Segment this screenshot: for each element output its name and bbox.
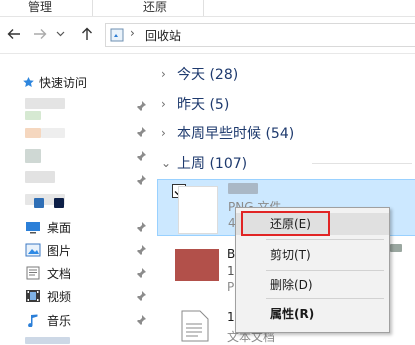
group-header-yesterday[interactable]: › 昨天 (5) (161, 94, 229, 114)
ribbon-tab-restore[interactable]: 还原 (143, 0, 167, 16)
nav-item-label: 视频 (47, 289, 72, 304)
quick-access[interactable]: 快速访问 (22, 74, 87, 90)
blurred-item (25, 111, 41, 120)
forward-arrow-icon (34, 29, 47, 39)
nav-item-label: 桌面 (47, 220, 72, 235)
blurred-item (41, 128, 65, 138)
menu-item-label: 剪切(T) (270, 248, 311, 262)
menu-item-properties[interactable]: 属性(R) (236, 303, 389, 325)
menu-item-label: 属性(R) (270, 307, 315, 321)
pin-icon[interactable] (135, 314, 147, 326)
group-header-today[interactable]: › 今天 (28) (161, 64, 238, 84)
text-document-icon (181, 310, 209, 342)
desktop-icon (26, 222, 40, 234)
blurred-item[interactable] (25, 337, 70, 344)
pin-icon[interactable] (135, 244, 147, 256)
pin-icon[interactable] (135, 100, 147, 112)
blurred-item[interactable] (25, 171, 55, 183)
nav-item-videos[interactable]: 视频 (25, 287, 71, 305)
menu-item-delete[interactable]: 删除(D) (236, 274, 389, 296)
pictures-icon (25, 243, 41, 257)
nav-item-label: 文档 (47, 266, 72, 281)
videos-icon (26, 290, 40, 302)
nav-item-desktop[interactable]: 桌面 (25, 218, 71, 236)
music-icon (28, 314, 38, 327)
blurred-item[interactable] (25, 98, 65, 109)
ribbon-divider (203, 0, 204, 16)
pin-icon[interactable] (135, 221, 147, 233)
file-thumbnail (175, 249, 219, 281)
back-arrow-icon (7, 29, 20, 39)
menu-separator (266, 298, 384, 299)
group-header-earlier-this-week[interactable]: › 本周早些时候 (54) (161, 123, 294, 143)
up-button[interactable] (79, 25, 95, 43)
pin-icon[interactable] (135, 290, 147, 302)
address-input[interactable]: › 回收站 (105, 23, 415, 47)
chevron-right-icon: › (161, 126, 166, 140)
menu-separator (266, 270, 384, 271)
navigation-pane: 快速访问 桌面 图片 文档 视频 音乐 (0, 54, 157, 344)
chevron-down-icon (56, 31, 64, 37)
ribbon-tab-manage[interactable]: 管理 (28, 0, 52, 16)
up-arrow-icon (82, 27, 92, 40)
quick-access-label: 快速访问 (39, 75, 88, 90)
ribbon-divider (92, 0, 93, 16)
nav-item-label: 图片 (47, 243, 72, 258)
group-label: 昨天 (5) (177, 97, 230, 113)
documents-icon (26, 266, 40, 280)
star-icon (23, 76, 34, 87)
nav-item-music[interactable]: 音乐 (25, 311, 71, 329)
group-label: 今天 (28) (177, 67, 239, 83)
pin-icon[interactable] (135, 267, 147, 279)
menu-item-cut[interactable]: 剪切(T) (236, 244, 389, 266)
blurred-filename (228, 183, 258, 194)
ribbon: 管理 还原 (0, 0, 415, 17)
forward-button[interactable] (32, 25, 48, 43)
file-thumbnail (178, 186, 218, 234)
recycle-bin-icon (110, 28, 124, 42)
nav-item-documents[interactable]: 文档 (25, 264, 71, 282)
back-button[interactable] (6, 25, 22, 43)
group-label: 本周早些时候 (54) (177, 126, 295, 142)
menu-item-label: 删除(D) (270, 278, 313, 292)
pin-icon[interactable] (135, 174, 147, 186)
highlight-box (241, 211, 330, 236)
nav-item-label: 音乐 (47, 313, 72, 328)
blurred-item (54, 198, 64, 208)
recent-locations-button[interactable] (54, 25, 66, 43)
blurred-item[interactable] (25, 149, 41, 163)
blurred-item[interactable] (25, 128, 41, 138)
group-header-last-week[interactable]: ⌄ 上周 (107) (161, 153, 247, 173)
group-divider (312, 163, 412, 164)
menu-separator (266, 239, 384, 240)
chevron-down-icon: ⌄ (161, 156, 172, 170)
pin-icon[interactable] (135, 150, 147, 162)
chevron-right-icon: › (161, 67, 166, 81)
pin-icon[interactable] (135, 126, 147, 138)
nav-item-pictures[interactable]: 图片 (25, 241, 71, 259)
chevron-right-icon: › (161, 97, 166, 111)
file-name: B (227, 247, 236, 261)
blurred-item (34, 198, 44, 208)
breadcrumb-separator: › (130, 26, 135, 40)
address-bar-row: › 回收站 (0, 17, 415, 54)
file-name: 1 (227, 310, 235, 324)
group-label: 上周 (107) (177, 156, 248, 172)
blurred-item (390, 244, 402, 252)
breadcrumb-recycle-bin[interactable]: 回收站 (145, 27, 181, 44)
